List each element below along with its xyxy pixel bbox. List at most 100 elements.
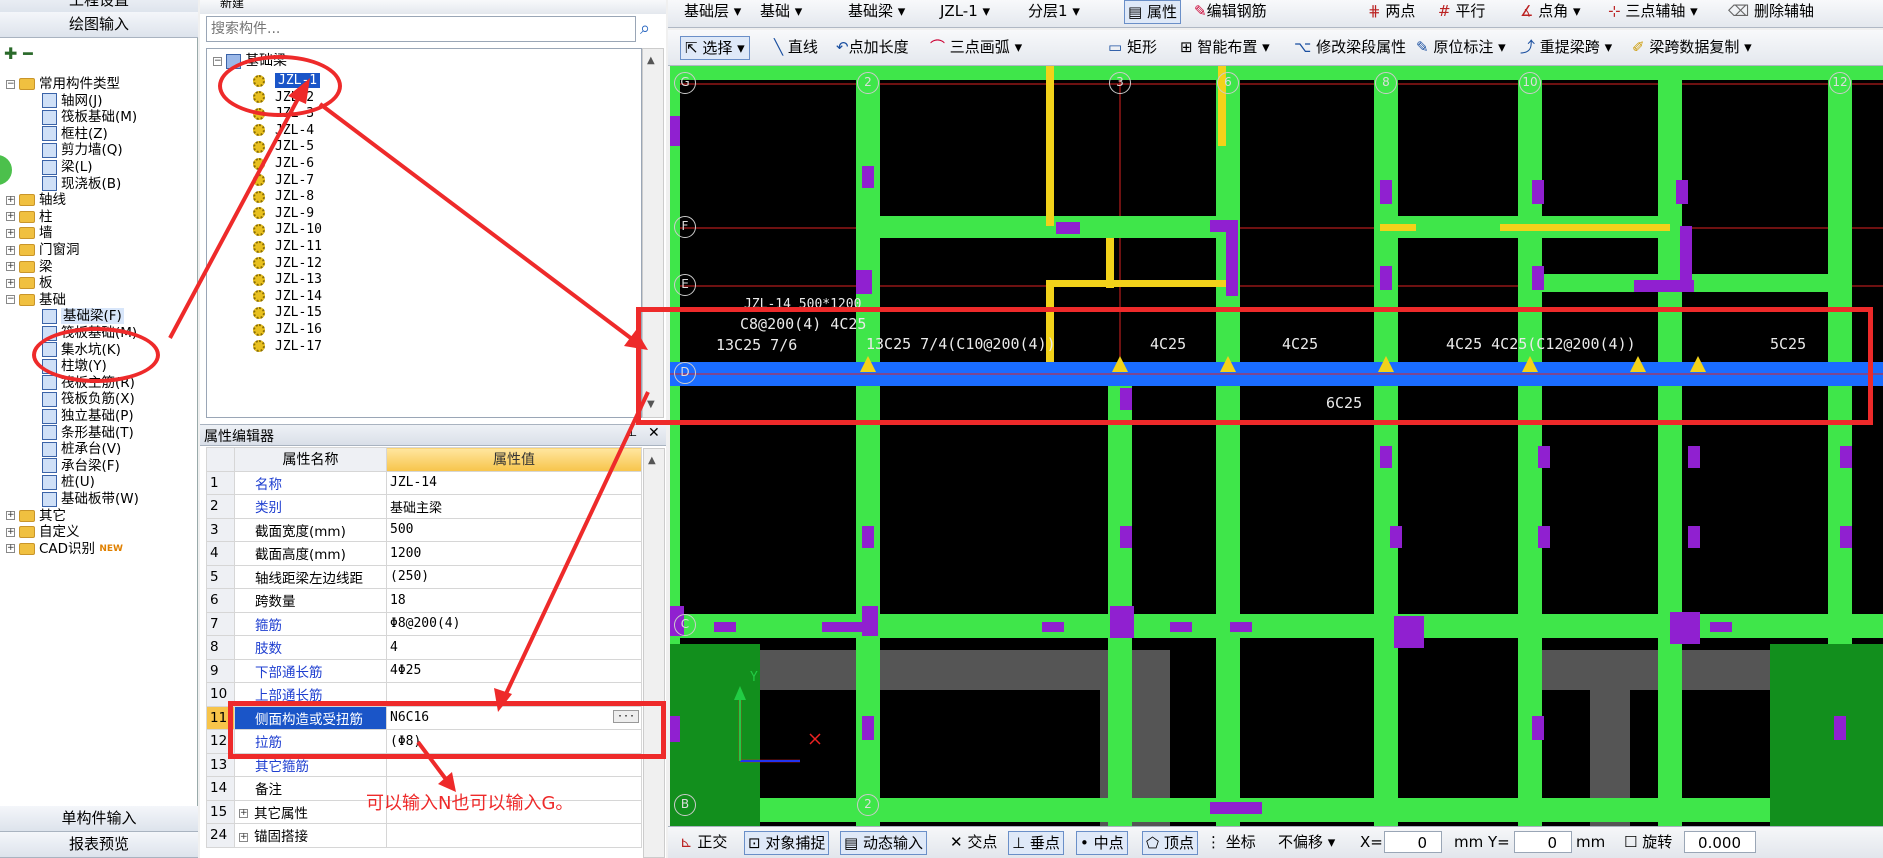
properties-button[interactable]: ▤ 属性 xyxy=(1124,0,1181,24)
property-editor-title: 属性编辑器 xyxy=(204,429,274,445)
single-component-input-button[interactable]: 单构件输入 xyxy=(0,806,198,832)
search-icon[interactable]: ⌕ xyxy=(640,18,650,39)
drawing-input-button[interactable]: 绘图输入 xyxy=(0,12,198,38)
property-row[interactable]: 6 跨数量 18 xyxy=(206,588,642,613)
point-angle-button[interactable]: ∡ 点角 ▾ xyxy=(1520,0,1581,22)
property-value[interactable]: (250) xyxy=(386,564,642,589)
close-icon[interactable]: ✕ xyxy=(648,425,660,441)
drawing-canvas[interactable]: G F E D C B 2 3 6 8 10 12 2 JZL-14 500*1… xyxy=(670,66,1883,826)
y-label: mm Y= xyxy=(1454,833,1510,851)
highlight-box-property-row xyxy=(228,701,666,759)
line-icon: ╲ xyxy=(774,38,784,56)
layer-select[interactable]: 分层1 ▾ xyxy=(1028,0,1080,22)
property-row[interactable]: 5 轴线距梁左边线距 (250) xyxy=(206,564,642,589)
property-row[interactable]: 24 + 锚固搭接 xyxy=(206,823,642,848)
expand-icon[interactable]: + xyxy=(6,527,15,537)
vertex-icon: ⬠ xyxy=(1146,834,1160,852)
expand-collapse-icon[interactable]: ✚ ━ xyxy=(4,44,33,63)
select-button[interactable]: ⇱ 选择 ▾ xyxy=(680,36,750,60)
expand-icon[interactable]: + xyxy=(6,511,15,521)
three-point-aux-button[interactable]: ⊹ 三点辅轴 ▾ xyxy=(1608,0,1698,22)
y-input[interactable]: 0 xyxy=(1514,831,1572,853)
property-value[interactable]: 4 xyxy=(386,635,642,660)
property-row[interactable]: 3 截面宽度(mm) 500 xyxy=(206,517,642,542)
expand-icon[interactable]: − xyxy=(6,79,15,89)
property-row[interactable]: 4 截面高度(mm) 1200 xyxy=(206,541,642,566)
row-number: 5 xyxy=(206,564,235,589)
search-box[interactable] xyxy=(206,16,636,42)
copy-span-icon: ✐ xyxy=(1632,38,1645,56)
expand-icon[interactable]: + xyxy=(6,278,15,288)
expand-icon[interactable]: + xyxy=(6,262,15,272)
property-value[interactable]: 1200 xyxy=(386,541,642,566)
new-badge: NEW xyxy=(99,543,123,554)
rect-button[interactable]: ▭ 矩形 xyxy=(1108,36,1157,58)
tree-item[interactable]: + CAD识别 NEW xyxy=(6,539,123,559)
property-value[interactable]: JZL-14 xyxy=(386,470,642,495)
three-point-arc-button[interactable]: ⌒ 三点画弧 ▾ xyxy=(930,36,1022,58)
expand-icon[interactable]: − xyxy=(6,295,15,305)
two-point-icon: ⋕ xyxy=(1368,2,1381,20)
expand-icon[interactable]: + xyxy=(6,195,15,205)
midpoint-snap[interactable]: • 中点 xyxy=(1076,831,1128,855)
property-row[interactable]: 1 名称 JZL-14 xyxy=(206,470,642,495)
report-preview-button[interactable]: 报表预览 xyxy=(0,832,198,858)
ortho-toggle[interactable]: ⊾ 正交 xyxy=(680,831,727,853)
parallel-button[interactable]: # 平行 xyxy=(1438,0,1485,22)
floor-select[interactable]: 基础层 ▾ xyxy=(684,0,741,22)
status-bar: ⊾ 正交 ⊡ 对象捕捉 ▤ 动态输入 ✕ 交点 ⊥ 垂点 • 中点 ⬠ 顶点 ⋮… xyxy=(668,826,1883,858)
component-item[interactable]: JZL-17 xyxy=(253,337,322,357)
axis-label-col: 3 xyxy=(1109,72,1131,94)
expand-icon[interactable]: + xyxy=(6,212,15,222)
expand-icon[interactable]: + xyxy=(6,245,15,255)
property-scrollbar[interactable]: ▲ xyxy=(643,448,665,858)
property-value[interactable]: Φ8@200(4) xyxy=(386,611,642,636)
component-select[interactable]: JZL-1 ▾ xyxy=(940,0,990,22)
copy-span-button[interactable]: ✐ 梁跨数据复制 ▾ xyxy=(1632,36,1752,58)
line-button[interactable]: ╲ 直线 xyxy=(774,36,818,58)
property-value[interactable] xyxy=(386,823,642,848)
pin-icon[interactable]: ⊥ xyxy=(626,425,637,440)
offset-select[interactable]: 不偏移 ▾ xyxy=(1278,831,1335,853)
delete-aux-button[interactable]: ⌫ 删除辅轴 xyxy=(1728,0,1814,22)
intersection-snap[interactable]: ✕ 交点 xyxy=(950,831,997,853)
modify-span-button[interactable]: ⌥ 修改梁段属性 xyxy=(1294,36,1406,58)
type-select[interactable]: 基础 ▾ xyxy=(760,0,802,22)
property-value[interactable]: 基础主梁 xyxy=(386,494,642,519)
property-row[interactable]: 2 类别 基础主梁 xyxy=(206,494,642,519)
expand-icon[interactable]: + xyxy=(239,832,248,842)
property-row[interactable]: 8 肢数 4 xyxy=(206,635,642,660)
expand-icon[interactable]: + xyxy=(6,228,15,238)
parallel-icon: # xyxy=(1438,2,1451,20)
dynamic-input-toggle[interactable]: ▤ 动态输入 xyxy=(840,831,927,855)
coordinate-snap[interactable]: ⋮ 坐标 xyxy=(1206,831,1256,853)
new-button[interactable]: 新建 xyxy=(220,0,244,11)
property-row[interactable]: 7 箍筋 Φ8@200(4) xyxy=(206,611,642,636)
subtype-select[interactable]: 基础梁 ▾ xyxy=(848,0,905,22)
component-type-icon xyxy=(42,425,57,441)
vertex-snap[interactable]: ⬠ 顶点 xyxy=(1142,831,1198,855)
property-value[interactable]: 18 xyxy=(386,588,642,613)
in-situ-label-button[interactable]: ✎ 原位标注 ▾ xyxy=(1416,36,1506,58)
re-span-button[interactable]: ⤴ 重提梁跨 ▾ xyxy=(1520,36,1612,58)
property-name: 跨数量 xyxy=(234,588,387,613)
expand-icon[interactable]: + xyxy=(239,809,248,819)
smart-layout-button[interactable]: ⊞ 智能布置 ▾ xyxy=(1180,36,1270,58)
property-value[interactable]: 4Φ25 xyxy=(386,658,642,683)
perpendicular-snap[interactable]: ⊥ 垂点 xyxy=(1008,831,1064,855)
expand-icon[interactable]: + xyxy=(6,544,15,554)
rotate-input[interactable]: 0.000 xyxy=(1684,831,1756,853)
search-input[interactable] xyxy=(207,17,627,41)
point-angle-icon: ∡ xyxy=(1520,2,1534,20)
object-snap-toggle[interactable]: ⊡ 对象捕捉 xyxy=(744,831,830,855)
rotate-toggle[interactable]: ☐ 旋转 xyxy=(1624,831,1672,853)
property-name: 下部通长筋 xyxy=(234,658,387,683)
two-point-button[interactable]: ⋕ 两点 xyxy=(1368,0,1415,22)
x-input[interactable]: 0 xyxy=(1384,831,1442,853)
row-number: 3 xyxy=(206,517,235,542)
point-length-button[interactable]: ↶点加长度 xyxy=(836,36,909,58)
property-row[interactable]: 9 下部通长筋 4Φ25 xyxy=(206,658,642,683)
property-value[interactable]: 500 xyxy=(386,517,642,542)
cursor-icon: ⇱ xyxy=(685,39,698,57)
edit-rebar-button[interactable]: ✎编辑钢筋 xyxy=(1194,0,1267,22)
